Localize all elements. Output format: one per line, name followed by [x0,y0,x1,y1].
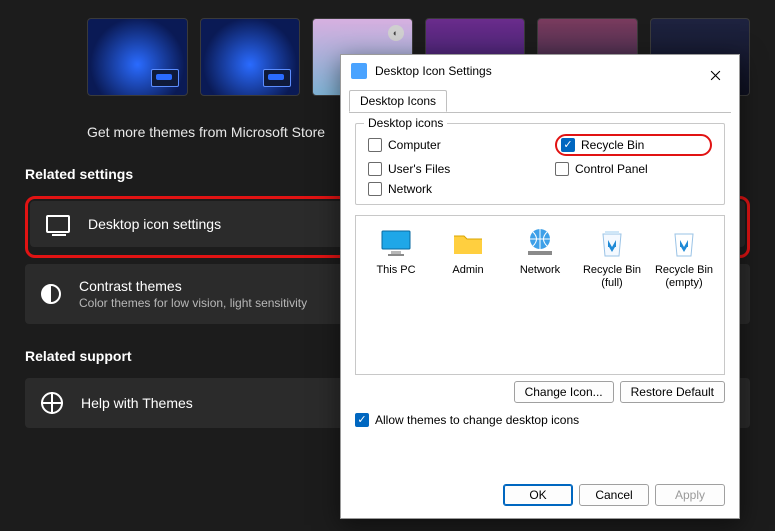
network-globe-icon [523,226,557,260]
checkbox-label: Allow themes to change desktop icons [375,413,579,427]
icon-label: Network [520,264,560,277]
checkbox-box [368,162,382,176]
change-icon-button[interactable]: Change Icon... [514,381,614,403]
close-button[interactable] [699,63,731,87]
highlight-recycle-bin-checkbox: ✓ Recycle Bin [555,134,712,156]
microsoft-store-themes-link[interactable]: Get more themes from Microsoft Store [87,124,325,140]
theme-thumb-1[interactable] [87,18,188,96]
checkbox-box: ✓ [355,413,369,427]
checkbox-box [368,138,382,152]
dialog-title: Desktop Icon Settings [375,64,492,78]
apply-button[interactable]: Apply [655,484,725,506]
folder-icon [451,226,485,260]
icon-admin[interactable]: Admin [434,226,502,289]
checkbox-computer[interactable]: Computer [368,134,525,156]
recycle-bin-empty-icon [667,226,701,260]
group-legend: Desktop icons [364,116,447,130]
theme-thumb-2[interactable] [200,18,301,96]
globe-icon [41,392,63,414]
restore-default-button[interactable]: Restore Default [620,381,725,403]
checkbox-box: ✓ [561,138,575,152]
icon-this-pc[interactable]: This PC [362,226,430,289]
icon-label: Recycle Bin (full) [578,264,646,289]
checkbox-label: Control Panel [575,162,648,176]
contrast-icon [41,284,61,304]
checkbox-network[interactable]: Network [368,182,525,196]
tab-desktop-icons[interactable]: Desktop Icons [349,90,447,112]
checkbox-label: User's Files [388,162,450,176]
close-icon [710,70,721,81]
monitor-icon [46,215,70,233]
checkbox-recycle-bin[interactable]: ✓ Recycle Bin [561,138,644,152]
card-title: Desktop icon settings [88,216,221,232]
card-title: Contrast themes [79,278,307,294]
checkbox-box [555,162,569,176]
recycle-bin-full-icon [595,226,629,260]
icon-label: Recycle Bin (empty) [650,264,718,289]
checkbox-label: Computer [388,138,441,152]
dialog-app-icon [351,63,367,79]
icon-recycle-bin-empty[interactable]: Recycle Bin (empty) [650,226,718,289]
checkbox-control-panel[interactable]: Control Panel [555,162,712,176]
icon-label: Admin [452,264,483,277]
icon-network[interactable]: Network [506,226,574,289]
ok-button[interactable]: OK [503,484,573,506]
desktop-icon-settings-dialog: Desktop Icon Settings Desktop Icons Desk… [340,54,740,519]
icon-recycle-bin-full[interactable]: Recycle Bin (full) [578,226,646,289]
checkbox-allow-themes[interactable]: ✓ Allow themes to change desktop icons [355,413,579,427]
desktop-icons-group: Desktop icons Computer ✓ Recycle Bin Use… [355,123,725,205]
checkbox-label: Recycle Bin [581,138,644,152]
dialog-tabstrip: Desktop Icons [349,89,731,113]
checkbox-users-files[interactable]: User's Files [368,162,525,176]
card-title: Help with Themes [81,395,193,411]
checkbox-label: Network [388,182,432,196]
dialog-titlebar[interactable]: Desktop Icon Settings [341,55,739,87]
card-subtitle: Color themes for low vision, light sensi… [79,296,307,310]
icon-label: This PC [376,264,415,277]
checkbox-box [368,182,382,196]
icon-preview-list[interactable]: This PC Admin Network Recycle Bin (full)… [355,215,725,375]
monitor-icon [379,226,413,260]
cancel-button[interactable]: Cancel [579,484,649,506]
